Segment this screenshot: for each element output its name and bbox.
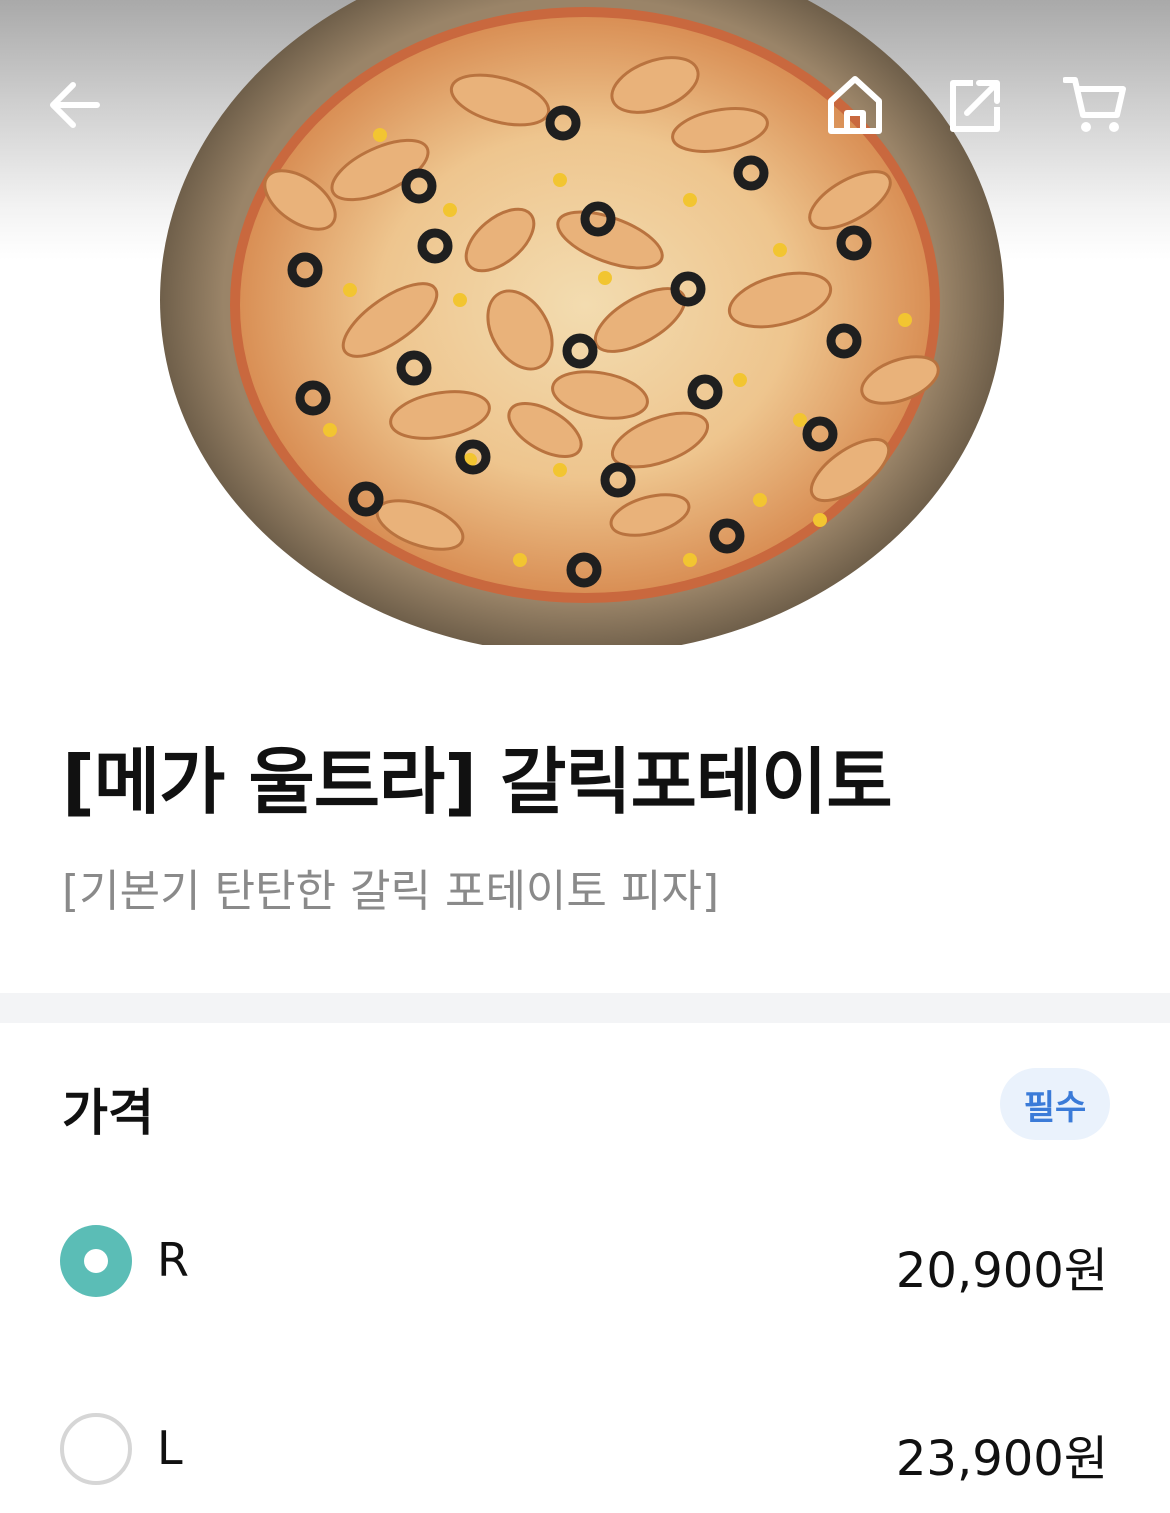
required-badge: 필수 [1000,1068,1110,1140]
price-section: 가격 필수 R 20,900원 L 23,900원 [0,1023,1170,1513]
section-divider [0,993,1170,1023]
home-icon [828,76,882,134]
arrow-left-icon [50,82,100,128]
size-option-l[interactable]: L 23,900원 [0,1389,1170,1509]
product-title: [메가 울트라] 갈릭포테이토 [62,740,893,824]
product-image-area [0,0,1170,645]
product-description: [기본기 탄탄한 갈릭 포테이토 피자] [62,866,719,917]
share-button[interactable] [930,60,1020,150]
size-option-r[interactable]: R 20,900원 [0,1201,1170,1321]
share-icon [950,80,1000,132]
home-button[interactable] [810,60,900,150]
cart-icon [1063,77,1126,132]
product-info: [메가 울트라] 갈릭포테이토 [기본기 탄탄한 갈릭 포테이토 피자] [0,645,1170,993]
size-option-price: 20,900원 [895,1243,1108,1299]
cart-button[interactable] [1050,60,1140,150]
back-button[interactable] [30,60,120,150]
radio-selected-icon[interactable] [60,1225,132,1297]
radio-unselected-icon[interactable] [60,1413,132,1485]
size-option-price: 23,900원 [895,1431,1108,1487]
price-section-title: 가격 [62,1084,154,1142]
size-option-label: L [157,1421,183,1475]
size-option-label: R [157,1233,189,1287]
